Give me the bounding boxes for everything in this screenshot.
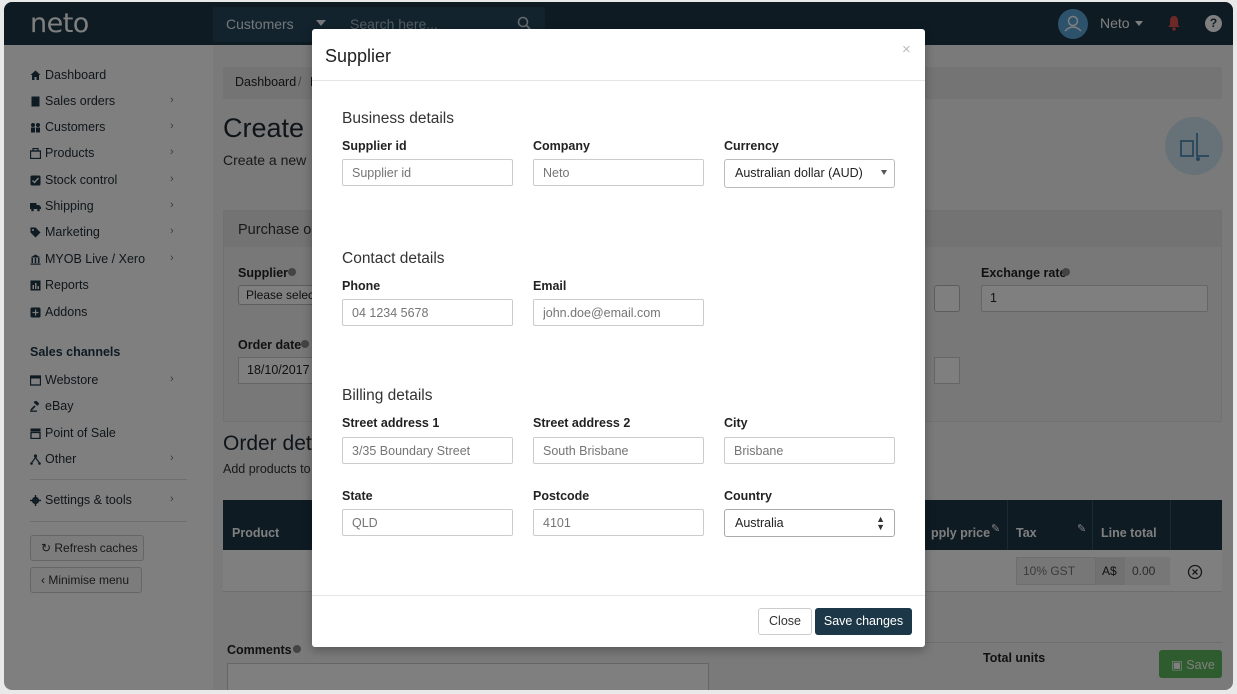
street2-label: Street address 2 bbox=[533, 416, 631, 430]
currency-label: Currency bbox=[724, 139, 779, 153]
city-label: City bbox=[724, 416, 748, 430]
state-label: State bbox=[342, 489, 373, 503]
caret-down-icon bbox=[881, 170, 887, 175]
currency-select-value: Australian dollar (AUD) bbox=[735, 166, 863, 180]
close-icon[interactable]: × bbox=[902, 41, 911, 58]
street1-input[interactable] bbox=[342, 437, 513, 464]
country-select-value: Australia bbox=[735, 516, 784, 530]
street2-input[interactable] bbox=[533, 437, 704, 464]
supplier-id-label: Supplier id bbox=[342, 139, 407, 153]
state-input[interactable] bbox=[342, 509, 513, 536]
company-input[interactable] bbox=[533, 159, 704, 186]
city-input[interactable] bbox=[724, 437, 895, 464]
modal-footer-divider bbox=[312, 595, 925, 596]
street1-label: Street address 1 bbox=[342, 416, 440, 430]
currency-select[interactable]: Australian dollar (AUD) bbox=[724, 159, 895, 188]
email-label: Email bbox=[533, 279, 567, 293]
modal-header-divider bbox=[312, 80, 925, 81]
country-label: Country bbox=[724, 489, 772, 503]
sort-icon: ▲ ▼ bbox=[876, 514, 885, 532]
business-details-title: Business details bbox=[342, 110, 455, 127]
app-window: neto Customers Search here... Neto ? Das… bbox=[4, 2, 1233, 690]
email-input[interactable] bbox=[533, 299, 704, 326]
phone-label: Phone bbox=[342, 279, 381, 293]
phone-input[interactable] bbox=[342, 299, 513, 326]
billing-details-title: Billing details bbox=[342, 387, 433, 404]
supplier-modal: Supplier × Business details Supplier id … bbox=[312, 29, 925, 647]
close-button[interactable]: Close bbox=[758, 608, 812, 635]
supplier-id-input[interactable] bbox=[342, 159, 513, 186]
modal-title: Supplier bbox=[325, 46, 392, 66]
company-label: Company bbox=[533, 139, 590, 153]
contact-details-title: Contact details bbox=[342, 250, 445, 267]
postcode-label: Postcode bbox=[533, 489, 590, 503]
save-changes-button[interactable]: Save changes bbox=[815, 608, 912, 635]
country-select[interactable]: Australia ▲ ▼ bbox=[724, 509, 895, 537]
postcode-input[interactable] bbox=[533, 509, 704, 536]
